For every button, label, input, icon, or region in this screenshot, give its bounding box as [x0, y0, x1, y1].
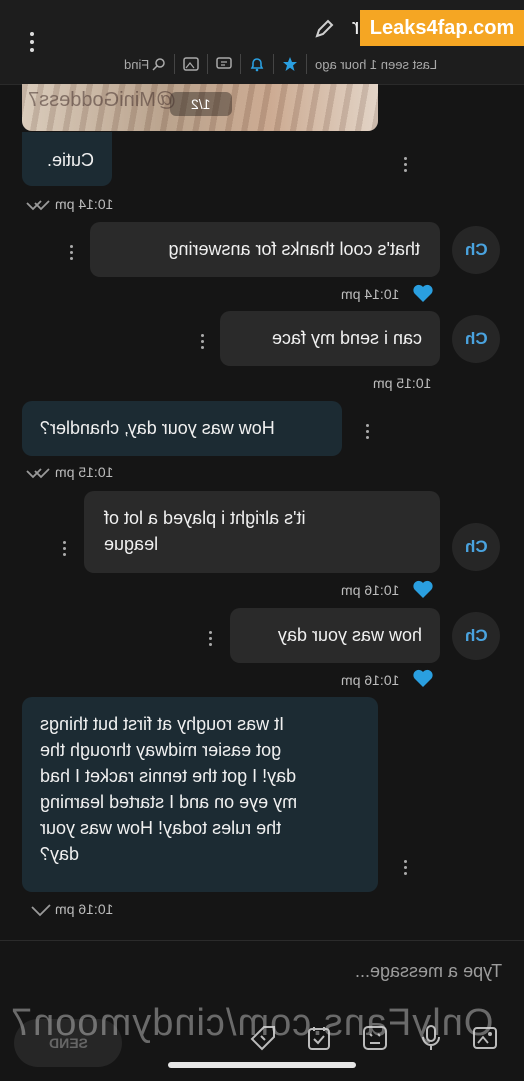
avatar[interactable]: Ch [452, 612, 500, 660]
message-text-line: It was roughy at first but things [40, 714, 285, 734]
home-indicator[interactable] [168, 1062, 356, 1068]
heart-icon[interactable] [412, 579, 434, 599]
photo-message[interactable]: 1/2 @MiniGoddess7 [22, 84, 378, 131]
message-time: 10:15 pm [55, 464, 114, 480]
message-time: 10:14 pm [341, 286, 400, 302]
photo-overlay-text: @MiniGoddess7 [28, 89, 177, 111]
star-icon [283, 57, 298, 71]
photo-counter-text: 1/2 [191, 96, 211, 112]
message-text-line: got easier midway through the [40, 740, 282, 760]
find-label: Find [124, 56, 150, 72]
gallery-button[interactable] [175, 54, 209, 74]
message-time: 10:15 pm [373, 375, 432, 391]
avatar-initials: Ch [464, 626, 488, 645]
message-options-icon[interactable] [366, 424, 370, 442]
message-text: that's cool thanks for answering [168, 239, 420, 259]
message-text: How was your day, chandler? [40, 418, 275, 438]
watermark-bottom: OnlyFans.com/cindymoon7 [10, 1002, 494, 1044]
last-seen-status: Last seen 1 hour ago [307, 54, 445, 74]
message-options-icon[interactable] [404, 860, 408, 878]
sent-check-icon [31, 904, 51, 917]
message-outgoing[interactable]: it's alright i played a lot of league [84, 491, 440, 573]
message-text: can i send my face [271, 328, 422, 348]
message-outgoing[interactable]: can i send my face [220, 311, 440, 366]
last-seen-text: Last seen 1 hour ago [315, 56, 438, 72]
message-text: how was your day [277, 625, 422, 645]
read-receipt-icon [26, 200, 50, 211]
message-outgoing[interactable]: how was your day [230, 608, 440, 663]
avatar-initials: Ch [464, 240, 488, 259]
message-text: Cutie. [46, 150, 94, 170]
message-text-line: the rules today! How was your [40, 818, 282, 838]
message-text-line: day? [40, 844, 80, 864]
heart-icon[interactable] [412, 668, 434, 688]
avatar[interactable]: Ch [452, 315, 500, 363]
find-button[interactable]: Find [116, 54, 176, 74]
menu-icon[interactable] [29, 32, 35, 56]
avatar-initials: Ch [464, 329, 488, 348]
message-time: 10:14 pm [55, 196, 114, 212]
chat-header: r Leaks4fap.com Find Last seen 1 hour ag… [0, 0, 524, 85]
message-icon [216, 57, 233, 69]
message-options-icon[interactable] [63, 541, 67, 559]
message-options-icon[interactable] [209, 631, 213, 649]
message-text-line: league [104, 534, 159, 554]
message-incoming[interactable]: Cutie. [22, 132, 112, 186]
message-time: 10:16 pm [341, 672, 400, 688]
photo-counter: 1/2 [170, 92, 232, 116]
search-icon [152, 58, 166, 71]
watermark-top: Leaks4fap.com [360, 10, 524, 46]
header-toolbar: Find Last seen 1 hour ago [116, 52, 445, 76]
heart-icon[interactable] [412, 283, 434, 303]
message-time: 10:16 pm [55, 901, 114, 917]
message-time: 10:16 pm [341, 582, 400, 598]
message-options-icon[interactable] [404, 157, 408, 175]
message-options-icon[interactable] [70, 245, 74, 263]
read-receipt-icon [26, 468, 50, 479]
edit-pencil-icon[interactable] [313, 18, 335, 40]
notifications-button[interactable] [241, 54, 275, 74]
message-input[interactable]: Type a message... [355, 961, 502, 982]
message-options-icon[interactable] [201, 334, 205, 352]
message-text-line: it's alright i played a lot of [104, 508, 306, 528]
message-incoming[interactable]: It was roughy at first but things got ea… [22, 697, 378, 892]
messages-button[interactable] [208, 54, 242, 74]
avatar[interactable]: Ch [452, 226, 500, 274]
message-incoming[interactable]: How was your day, chandler? [22, 401, 342, 456]
message-text-line: day! I got the tennis racket I had [40, 766, 297, 786]
message-text-line: my eye on and I started learning [40, 792, 298, 812]
avatar-initials: Ch [464, 537, 488, 556]
favorite-button[interactable] [274, 54, 308, 74]
message-outgoing[interactable]: that's cool thanks for answering [90, 222, 440, 277]
bell-icon [251, 58, 264, 72]
avatar[interactable]: Ch [452, 523, 500, 571]
image-icon [183, 57, 200, 71]
contact-name[interactable]: r [352, 14, 359, 40]
